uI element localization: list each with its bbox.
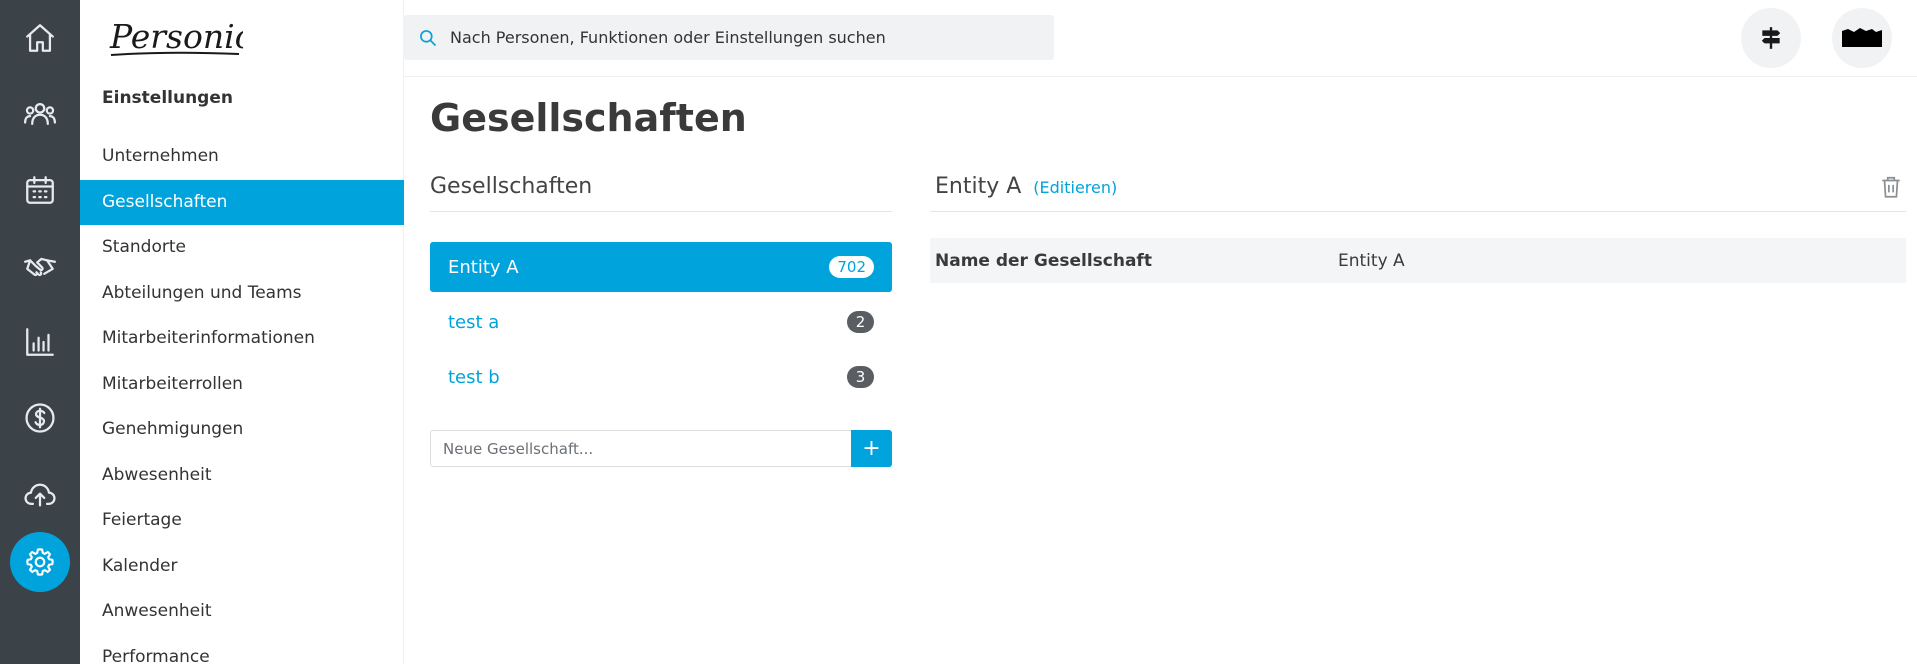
signpost-button[interactable]	[1741, 8, 1801, 68]
entity-list: Entity A 702 test a 2 test b 3	[430, 242, 892, 402]
detail-entity-name: Entity A	[935, 174, 1022, 199]
handshake-icon	[23, 257, 57, 277]
entity-list-panel: Gesellschaften Entity A 702 test a 2 tes…	[430, 172, 892, 467]
cloud-upload-icon	[24, 483, 56, 507]
sidebar-title: Einstellungen	[102, 88, 233, 108]
field-row-company-name: Name der Gesellschaft Entity A	[930, 238, 1906, 283]
sidebar-item-feiertage[interactable]: Feiertage	[80, 498, 404, 544]
search-icon	[420, 29, 437, 46]
gear-icon	[26, 548, 54, 576]
edit-link[interactable]: (Editieren)	[1033, 178, 1117, 197]
dollar-icon	[25, 403, 55, 433]
delete-button[interactable]	[1878, 174, 1904, 200]
entity-item-test-a[interactable]: test a 2	[430, 297, 892, 347]
svg-text:Personio: Personio	[109, 17, 243, 56]
sidebar-list: Unternehmen Gesellschaften Standorte Abt…	[80, 134, 404, 664]
sidebar-item-standorte[interactable]: Standorte	[80, 225, 404, 271]
rail-upload[interactable]	[0, 456, 80, 532]
entity-count-badge: 2	[847, 311, 874, 333]
entity-item-entity-a[interactable]: Entity A 702	[430, 242, 892, 292]
entity-name: test b	[448, 366, 500, 388]
trash-icon	[1882, 176, 1900, 198]
sidebar-item-performance[interactable]: Performance	[80, 635, 404, 664]
avatar[interactable]	[1832, 8, 1892, 68]
personio-logo[interactable]: Personio	[108, 14, 243, 60]
sidebar-item-abteilungen[interactable]: Abteilungen und Teams	[80, 271, 404, 317]
sidebar-item-mitarbeiterrollen[interactable]: Mitarbeiterrollen	[80, 362, 404, 408]
signpost-icon	[1761, 27, 1781, 49]
bar-chart-icon	[26, 328, 54, 356]
entity-name: test a	[448, 311, 500, 333]
top-bar	[404, 0, 1917, 77]
add-entity-button[interactable]: +	[851, 430, 892, 467]
entity-detail-panel: Entity A (Editieren) Name der Gesellscha…	[930, 172, 1906, 283]
new-entity-input[interactable]	[430, 430, 851, 467]
detail-title: Entity A (Editieren)	[935, 172, 1117, 203]
sidebar-item-anwesenheit[interactable]: Anwesenheit	[80, 589, 404, 635]
entity-item-test-b[interactable]: test b 3	[430, 352, 892, 402]
sidebar-item-genehmigungen[interactable]: Genehmigungen	[80, 407, 404, 453]
main-content: Gesellschaften Gesellschaften Entity A 7…	[404, 78, 1917, 664]
rail-home[interactable]	[0, 0, 80, 76]
sidebar-item-unternehmen[interactable]: Unternehmen	[80, 134, 404, 180]
icon-rail	[0, 0, 80, 664]
detail-header: Entity A (Editieren)	[930, 172, 1906, 212]
rail-reports[interactable]	[0, 304, 80, 380]
sidebar-item-kalender[interactable]: Kalender	[80, 544, 404, 590]
search-box	[404, 15, 1054, 60]
rail-calendar[interactable]	[0, 152, 80, 228]
entity-count-badge: 702	[829, 256, 874, 278]
avatar-image	[1842, 28, 1882, 47]
sidebar-item-gesellschaften[interactable]: Gesellschaften	[80, 179, 404, 225]
list-heading: Gesellschaften	[430, 172, 892, 212]
entity-name: Entity A	[448, 256, 519, 278]
people-icon	[23, 102, 57, 126]
page-title: Gesellschaften	[430, 96, 747, 140]
calendar-icon	[26, 176, 54, 204]
home-icon	[26, 24, 54, 52]
rail-payroll[interactable]	[0, 380, 80, 456]
sidebar-item-abwesenheit[interactable]: Abwesenheit	[80, 453, 404, 499]
field-value: Entity A	[1338, 250, 1405, 271]
rail-people[interactable]	[0, 76, 80, 152]
sidebar-item-mitarbeiterinformationen[interactable]: Mitarbeiterinformationen	[80, 316, 404, 362]
rail-recruiting[interactable]	[0, 228, 80, 304]
rail-settings[interactable]	[10, 532, 70, 592]
new-entity-form: +	[430, 430, 892, 467]
field-label: Name der Gesellschaft	[935, 250, 1152, 271]
settings-sidebar: Personio Einstellungen Unternehmen Gesel…	[80, 0, 404, 664]
entity-count-badge: 3	[847, 366, 874, 388]
search-input[interactable]	[450, 28, 1040, 47]
